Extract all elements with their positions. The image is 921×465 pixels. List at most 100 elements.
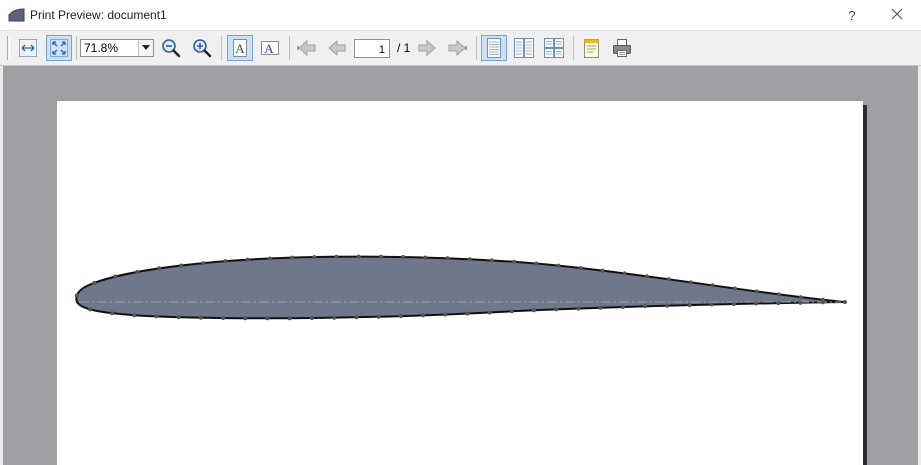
toolbar-separator [289, 36, 290, 60]
print-button[interactable] [609, 35, 635, 61]
outline-marker [132, 313, 137, 318]
outline-marker [798, 295, 803, 300]
outline-marker [534, 261, 539, 266]
outline-marker [443, 312, 448, 317]
outline-marker [509, 309, 514, 314]
previous-page-button[interactable] [324, 35, 350, 61]
print-preview-app-icon [8, 8, 25, 22]
outline-marker [379, 254, 383, 259]
last-page-icon [448, 39, 467, 57]
zoom-in-icon [193, 39, 212, 58]
outline-marker [754, 301, 759, 306]
outline-marker [154, 314, 159, 319]
single-page-button[interactable] [481, 35, 507, 61]
outline-marker [398, 314, 403, 319]
outline-marker [376, 314, 381, 319]
outline-marker [710, 283, 715, 288]
fit-page-button[interactable] [46, 35, 72, 61]
zoom-out-icon [162, 39, 181, 58]
portrait-icon: A [233, 39, 247, 57]
outline-marker [465, 311, 470, 316]
outline-marker [732, 286, 737, 291]
outline-marker [290, 255, 295, 260]
print-icon [613, 39, 631, 57]
outline-marker [401, 255, 406, 259]
two-pages-button[interactable] [511, 35, 537, 61]
page-setup-button[interactable] [579, 35, 605, 61]
outline-marker [798, 300, 803, 305]
toolbar-separator [573, 36, 574, 60]
outline-marker [620, 305, 625, 309]
outline-marker [312, 255, 317, 260]
single-page-icon [487, 38, 501, 58]
outline-marker [688, 280, 693, 285]
preview-left-edge [0, 66, 3, 465]
outline-marker [445, 256, 450, 261]
outline-marker [334, 254, 339, 259]
outline-marker [113, 274, 118, 279]
outline-marker [74, 293, 79, 298]
outline-marker [776, 292, 781, 297]
preview-page [57, 101, 863, 465]
outline-marker [644, 274, 649, 279]
outline-marker [776, 301, 781, 306]
help-button[interactable]: ? [840, 6, 864, 26]
outline-marker [198, 315, 203, 320]
fit-width-button[interactable] [15, 35, 41, 61]
zoom-combo[interactable]: 71.8% [80, 39, 154, 57]
outline-marker [731, 302, 736, 306]
last-page-button[interactable] [444, 35, 470, 61]
outline-marker [600, 268, 605, 273]
zoom-value: 71.8% [84, 41, 119, 55]
outline-marker [423, 255, 428, 260]
outline-marker [490, 258, 494, 263]
portrait-button[interactable]: A [227, 35, 253, 61]
two-pages-icon [514, 38, 534, 58]
next-page-button[interactable] [414, 35, 440, 61]
outline-marker [532, 308, 536, 313]
outline-marker [221, 316, 226, 320]
outline-marker [487, 310, 492, 315]
airfoil-shape [75, 255, 846, 320]
next-page-icon [418, 39, 436, 57]
svg-text:A: A [235, 41, 245, 56]
previous-page-icon [328, 39, 346, 57]
outline-marker [666, 277, 671, 282]
outline-marker [665, 303, 670, 308]
multi-page-icon [544, 38, 564, 58]
outline-marker [88, 307, 93, 312]
zoom-dropdown-button[interactable] [138, 40, 153, 56]
outline-marker [176, 315, 181, 320]
window-title: Print Preview: document1 [30, 8, 167, 22]
outline-marker [243, 316, 248, 321]
toolbar-grip [7, 36, 10, 60]
toolbar-separator [476, 36, 477, 60]
outline-marker [421, 313, 425, 318]
title-bar: Print Preview: document1 ? [0, 0, 921, 31]
outline-marker [157, 266, 162, 271]
outline-marker [556, 263, 561, 268]
page-setup-icon [584, 39, 599, 58]
outline-marker [287, 316, 292, 321]
svg-text:A: A [264, 41, 274, 56]
landscape-button[interactable]: A [257, 35, 283, 61]
outline-marker [332, 315, 337, 320]
outline-marker [467, 257, 472, 262]
outline-marker [754, 289, 759, 294]
outline-marker [578, 266, 583, 270]
close-icon [891, 8, 903, 20]
preview-area[interactable] [0, 66, 921, 465]
zoom-in-button[interactable] [189, 35, 215, 61]
outline-marker [223, 259, 228, 264]
landscape-icon: A [261, 41, 279, 56]
page-number-input[interactable] [354, 39, 390, 58]
multi-page-button[interactable] [541, 35, 567, 61]
toolbar-separator [221, 36, 222, 60]
outline-marker [512, 259, 517, 264]
outline-marker [356, 254, 361, 259]
airfoil-drawing [74, 254, 847, 321]
chevron-down-icon [142, 45, 150, 50]
zoom-out-button[interactable] [158, 35, 184, 61]
first-page-button[interactable] [294, 35, 320, 61]
close-button[interactable] [882, 4, 912, 26]
